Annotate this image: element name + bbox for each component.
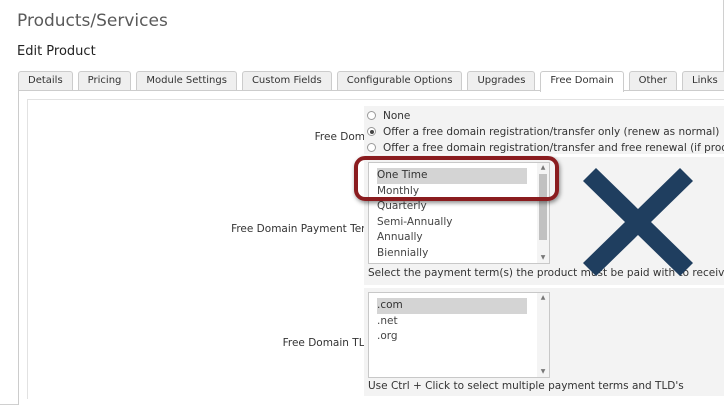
page-title: Products/Services bbox=[17, 11, 168, 31]
radio-registration-only-label: Offer a free domain registration/transfe… bbox=[383, 125, 720, 138]
tld-option[interactable]: .org bbox=[369, 329, 535, 345]
tld-option[interactable]: .com bbox=[377, 298, 527, 314]
tlds-help: Use Ctrl + Click to select multiple paym… bbox=[368, 380, 684, 392]
payment-terms-label: Free Domain Payment Terms bbox=[231, 223, 381, 235]
product-tabs: Details Pricing Module Settings Custom F… bbox=[18, 71, 724, 92]
free-domain-option-none[interactable]: None bbox=[367, 108, 410, 123]
radio-none[interactable] bbox=[367, 111, 376, 120]
free-domain-field: None Offer a free domain registration/tr… bbox=[364, 106, 724, 154]
free-domain-option-free-renewal[interactable]: Offer a free domain registration/transfe… bbox=[367, 140, 724, 155]
tab-module-settings[interactable]: Module Settings bbox=[136, 71, 237, 91]
payment-term-option[interactable]: Annually bbox=[369, 230, 535, 246]
section-title: Edit Product bbox=[17, 44, 96, 59]
radio-registration-only[interactable] bbox=[367, 127, 376, 136]
tab-configurable-options[interactable]: Configurable Options bbox=[336, 71, 463, 91]
tab-other[interactable]: Other bbox=[628, 71, 678, 91]
scroll-down-icon[interactable]: ▼ bbox=[537, 253, 549, 263]
tab-links[interactable]: Links bbox=[682, 71, 724, 91]
tlds-field: .com .net .org ▲ ▼ Use Ctrl + Click to s… bbox=[364, 288, 724, 396]
tab-upgrades[interactable]: Upgrades bbox=[467, 71, 536, 91]
tlds-scrollbar[interactable]: ▲ ▼ bbox=[537, 293, 549, 377]
payment-term-option[interactable]: Quarterly bbox=[369, 199, 535, 215]
tab-pricing[interactable]: Pricing bbox=[77, 71, 132, 91]
payment-term-option[interactable]: Biennially bbox=[369, 246, 535, 262]
radio-free-renewal-label: Offer a free domain registration/transfe… bbox=[383, 141, 724, 154]
radio-none-label: None bbox=[383, 109, 411, 122]
tab-custom-fields[interactable]: Custom Fields bbox=[241, 71, 332, 91]
tlds-listbox[interactable]: .com .net .org ▲ ▼ bbox=[368, 292, 550, 378]
scroll-down-icon[interactable]: ▼ bbox=[537, 367, 549, 377]
free-domain-option-registration-only[interactable]: Offer a free domain registration/transfe… bbox=[367, 124, 719, 139]
radio-free-renewal[interactable] bbox=[367, 143, 376, 152]
tab-details[interactable]: Details bbox=[18, 71, 73, 91]
payment-term-option[interactable]: Semi-Annually bbox=[369, 215, 535, 231]
tab-free-domain[interactable]: Free Domain bbox=[540, 71, 624, 92]
tld-option[interactable]: .net bbox=[369, 314, 535, 330]
highlight-annotation bbox=[354, 156, 559, 201]
close-x-icon bbox=[583, 168, 693, 276]
scroll-up-icon[interactable]: ▲ bbox=[537, 293, 549, 303]
